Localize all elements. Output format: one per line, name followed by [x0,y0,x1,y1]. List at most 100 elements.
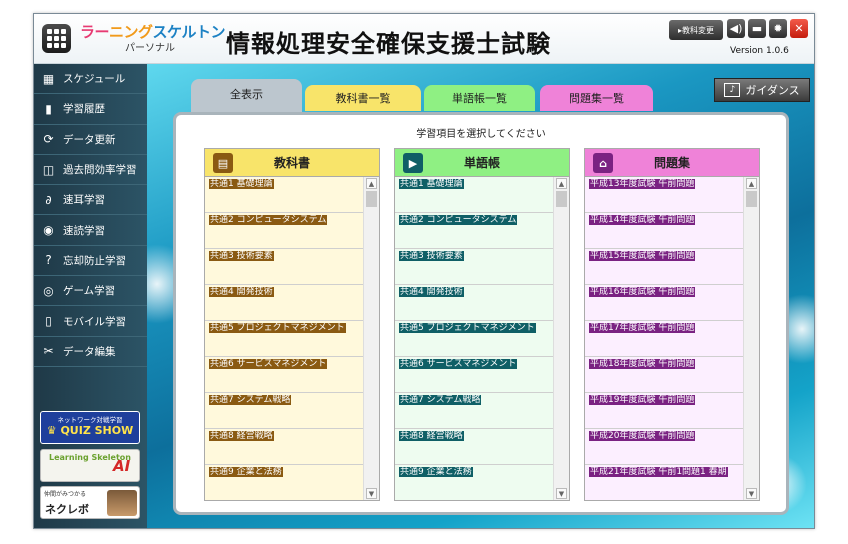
scroll-down-icon[interactable]: ▼ [556,488,567,499]
tab-wordbook-list[interactable]: 単語帳一覧 [424,85,535,111]
list-item[interactable]: 共通7 システム戦略 [395,393,553,429]
list-item[interactable]: 平成20年度試験 午前問題 [585,429,743,465]
mobile-icon: ▯ [45,314,52,329]
version-label: Version 1.0.6 [730,46,789,56]
list-item[interactable]: 共通9 企業と法務 [395,465,553,500]
list-item[interactable]: 平成14年度試験 午前問題 [585,213,743,249]
nekurebo-characters-image [107,490,137,516]
logo-text-2: ニング [109,23,153,41]
list-item[interactable]: 共通3 技術要素 [395,249,553,285]
list-item[interactable]: 平成21年度試験 午前1問題1 春期 [585,465,743,500]
sidebar-item-label: モバイル学習 [63,315,126,328]
sidebar-item-label: スケジュール [63,73,126,86]
list-item[interactable]: 共通4 開発技術 [205,285,363,321]
tab-textbook-list[interactable]: 教科書一覧 [305,85,421,111]
search-doc-icon: ◫ [42,162,55,177]
sidebar-item-speed-reading[interactable]: ◉ 速読学習 [34,215,147,246]
gear-icon[interactable]: ✹ [769,19,787,38]
tab-all[interactable]: 全表示 [191,79,302,114]
list-item[interactable]: 共通8 経営戦略 [395,429,553,465]
ai-banner-title: AI [113,457,131,475]
sidebar-item-mobile[interactable]: ▯ モバイル学習 [34,306,147,337]
crown-icon: ♛ [46,424,61,437]
bar-chart-icon: ▮ [45,101,52,116]
list-item[interactable]: 平成17年度試験 午前問題 [585,321,743,357]
scroll-up-icon[interactable]: ▲ [746,178,757,189]
problem-scrollbar[interactable]: ▲ ▼ [743,177,759,500]
guidance-icon: ♪ [724,83,741,97]
sidebar-item-data-update[interactable]: ⟳ データ更新 [34,125,147,155]
problem-list: 平成13年度試験 午前問題 平成14年度試験 午前問題 平成15年度試験 午前問… [585,177,743,500]
list-item[interactable]: 共通4 開発技術 [395,285,553,321]
list-item[interactable]: 共通3 技術要素 [205,249,363,285]
scroll-thumb[interactable] [366,191,377,207]
wordbook-scrollbar[interactable]: ▲ ▼ [553,177,569,500]
tab-problem-list[interactable]: 問題集一覧 [540,85,653,111]
guidance-label: ガイダンス [745,84,800,97]
sidebar-item-label: 忘却防止学習 [63,254,126,267]
refresh-icon: ⟳ [43,132,54,147]
eye-icon: ◉ [43,223,54,238]
wordbook-header: ▶ 単語帳 [395,149,569,177]
guidance-button[interactable]: ♪ ガイダンス [714,78,810,102]
wordbook-title: 単語帳 [463,156,500,170]
sidebar-item-schedule[interactable]: ▦ スケジュール [34,64,147,95]
calendar-icon: ▦ [42,71,55,86]
list-item[interactable]: 共通5 プロジェクトマネジメント [395,321,553,357]
list-item[interactable]: 平成16年度試験 午前問題 [585,285,743,321]
problem-header: ⌂ 問題集 [585,149,759,177]
change-subject-button[interactable]: ▸教科変更 [669,20,723,40]
nekurebo-title: ネクレボ [45,503,89,516]
panel-title: 学習項目を選択してください [416,129,546,140]
sidebar-item-past-exams[interactable]: ◫ 過去問効率学習 [34,155,147,186]
menu-grid-button[interactable] [42,24,71,53]
sidebar-item-label: データ編集 [63,345,116,358]
learning-skeleton-ai-banner[interactable]: Learning Skeleton AI [40,449,140,482]
sidebar: ▦ スケジュール ▮ 学習履歴 ⟳ データ更新 ◫ 過去問効率学習 ∂ 速耳学習… [34,64,147,528]
list-item[interactable]: 共通2 コンピュータシステム [395,213,553,249]
sidebar-item-retention[interactable]: ? 忘却防止学習 [34,246,147,277]
scroll-thumb[interactable] [746,191,757,207]
problem-book-icon: ⌂ [593,153,613,173]
scissors-icon: ✂ [43,344,54,359]
folder-icon[interactable]: ▬ [748,19,766,38]
list-item[interactable]: 共通2 コンピュータシステム [205,213,363,249]
study-panel: 学習項目を選択してください ▤ 教科書 共通1 基礎理論 共通2 コンピュータシ… [173,112,789,515]
list-item[interactable]: 共通8 経営戦略 [205,429,363,465]
quiz-show-banner[interactable]: ネットワーク対戦学習 ♛ QUIZ SHOW [40,411,140,444]
scroll-up-icon[interactable]: ▲ [556,178,567,189]
logo-text-3: スケルトン [152,23,226,41]
list-item[interactable]: 共通5 プロジェクトマネジメント [205,321,363,357]
nekurebo-banner[interactable]: 仲間がみつかる ネクレボ [40,486,140,519]
scroll-down-icon[interactable]: ▼ [366,488,377,499]
list-item[interactable]: 共通6 サービスマネジメント [205,357,363,393]
list-item[interactable]: 共通7 システム戦略 [205,393,363,429]
sound-icon[interactable]: ◀) [727,19,745,38]
list-item[interactable]: 平成15年度試験 午前問題 [585,249,743,285]
sidebar-item-label: 過去問効率学習 [63,164,137,177]
list-item[interactable]: 共通1 基礎理論 [395,177,553,213]
list-item[interactable]: 平成18年度試験 午前問題 [585,357,743,393]
list-item[interactable]: 平成19年度試験 午前問題 [585,393,743,429]
list-item[interactable]: 平成13年度試験 午前問題 [585,177,743,213]
logo-subtitle: パーソナル [125,43,175,54]
sidebar-item-data-edit[interactable]: ✂ データ編集 [34,337,147,367]
scroll-down-icon[interactable]: ▼ [746,488,757,499]
scroll-thumb[interactable] [556,191,567,207]
wordbook-column: ▶ 単語帳 共通1 基礎理論 共通2 コンピュータシステム 共通3 技術要素 共… [394,148,570,501]
textbook-scrollbar[interactable]: ▲ ▼ [363,177,379,500]
sidebar-item-history[interactable]: ▮ 学習履歴 [34,94,147,125]
nekurebo-caption: 仲間がみつかる [44,491,87,498]
sidebar-item-listening[interactable]: ∂ 速耳学習 [34,185,147,216]
sidebar-item-game[interactable]: ◎ ゲーム学習 [34,276,147,307]
close-icon[interactable]: ✕ [790,19,808,38]
scroll-up-icon[interactable]: ▲ [366,178,377,189]
list-item[interactable]: 共通1 基礎理論 [205,177,363,213]
textbook-column: ▤ 教科書 共通1 基礎理論 共通2 コンピュータシステム 共通3 技術要素 共… [204,148,380,501]
problem-column: ⌂ 問題集 平成13年度試験 午前問題 平成14年度試験 午前問題 平成15年度… [584,148,760,501]
app-logo: ラーニングスケルトン パーソナル [80,23,226,55]
list-item[interactable]: 共通9 企業と法務 [205,465,363,500]
list-item[interactable]: 共通6 サービスマネジメント [395,357,553,393]
quiz-show-title: ♛ QUIZ SHOW [46,424,134,437]
textbook-title: 教科書 [273,156,310,170]
